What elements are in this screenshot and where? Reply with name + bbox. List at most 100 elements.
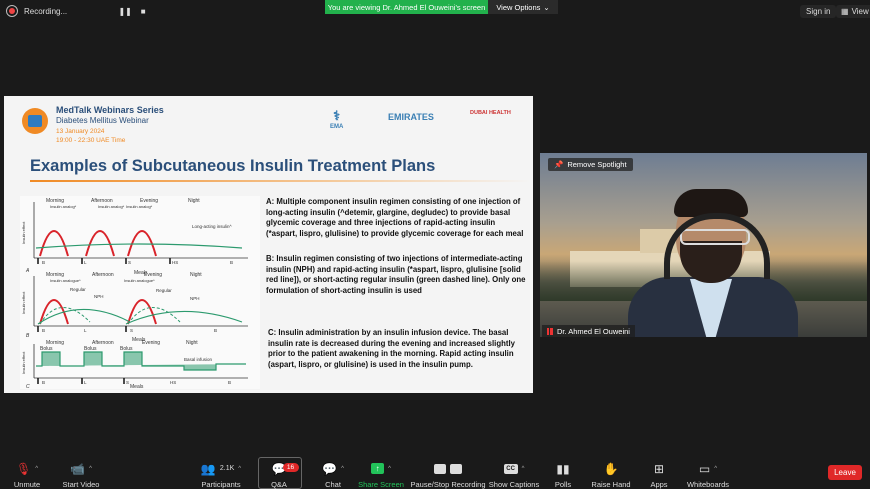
caret-up-icon[interactable]: ^ bbox=[35, 466, 38, 472]
leave-button[interactable]: Leave bbox=[828, 465, 862, 480]
video-off-icon: 📹 bbox=[70, 461, 86, 476]
caret-up-icon[interactable]: ^ bbox=[341, 466, 344, 472]
panel-c-x-label: Meals bbox=[130, 384, 144, 389]
unmute-label: Unmute bbox=[13, 480, 41, 489]
participants-label: Participants bbox=[201, 480, 241, 489]
pause-recording-icon[interactable]: ❚❚ bbox=[118, 5, 131, 17]
panel-a-meal: L bbox=[84, 260, 87, 265]
recording-label: Recording... bbox=[24, 6, 68, 16]
participant-name: Dr. Ahmed El Ouweini bbox=[557, 326, 630, 336]
panel-a: Insulin effect Morning Afternoon Evening… bbox=[21, 198, 248, 276]
caret-up-icon[interactable]: ^ bbox=[522, 466, 525, 472]
share-screen-icon: ↑ bbox=[371, 463, 385, 474]
show-captions-button[interactable]: CC ^ Show Captions bbox=[488, 455, 540, 489]
apps-icon: ⊞ bbox=[653, 461, 665, 476]
panel-a-meal: S bbox=[128, 260, 131, 265]
caret-up-icon[interactable]: ^ bbox=[714, 466, 717, 472]
panel-b-meal: S bbox=[130, 328, 133, 333]
panel-c-meal: S bbox=[126, 380, 129, 385]
time-line: 19:00 - 22:30 UAE Time bbox=[56, 137, 126, 144]
pin-icon: 📌 bbox=[554, 160, 564, 169]
panel-b-regular-label: Regular bbox=[70, 287, 86, 292]
show-captions-label: Show Captions bbox=[488, 480, 540, 489]
panel-c-bolus-label: Bolus bbox=[120, 346, 133, 352]
dubai-health-logo: DUBAI HEALTH bbox=[470, 110, 511, 116]
raise-hand-button[interactable]: ✋ Raise Hand bbox=[591, 455, 631, 489]
hand-icon: ✋ bbox=[603, 461, 619, 476]
caret-up-icon[interactable]: ^ bbox=[388, 466, 391, 472]
panel-c-time-evening: Evening bbox=[142, 340, 160, 346]
remove-spotlight-label: Remove Spotlight bbox=[567, 160, 627, 169]
panel-a-letter: A bbox=[25, 268, 30, 274]
panel-b-nph-label: NPH bbox=[190, 296, 200, 301]
panel-a-meal: B bbox=[230, 260, 233, 265]
panel-b-meal: B bbox=[42, 328, 45, 333]
panel-b-rapid-curve bbox=[127, 299, 157, 325]
panel-c-meal: B bbox=[228, 380, 231, 385]
panel-c-meal: HS bbox=[170, 380, 176, 385]
raise-hand-label: Raise Hand bbox=[591, 480, 631, 489]
stop-recording-icon[interactable]: ■ bbox=[137, 5, 149, 17]
apps-button[interactable]: ⊞ Apps bbox=[648, 455, 670, 489]
panel-b-rapid-label: Insulin analogue* bbox=[124, 278, 155, 283]
series-subtitle: Diabetes Mellitus Webinar bbox=[56, 116, 149, 125]
grid-view-icon: ▦ bbox=[841, 7, 849, 16]
caret-up-icon[interactable]: ^ bbox=[89, 466, 92, 472]
whiteboard-icon: ▭ bbox=[698, 461, 711, 476]
viewing-screen-banner: You are viewing Dr. Ahmed El Ouweini's s… bbox=[325, 0, 488, 14]
slide-heading: Examples of Subcutaneous Insulin Treatme… bbox=[30, 157, 436, 175]
panel-a-rapid-label: Insulin analog* bbox=[126, 204, 153, 209]
mic-muted-icon: 🎙 bbox=[15, 461, 32, 476]
panel-a-rapid-curve bbox=[85, 230, 115, 257]
pause-recording-icon bbox=[434, 463, 446, 474]
panel-a-y-label: Insulin effect bbox=[21, 221, 26, 244]
stop-recording-icon bbox=[450, 463, 462, 474]
participants-button[interactable]: 👥 2.1K ^ Participants bbox=[198, 455, 244, 489]
panel-c-meal: B bbox=[42, 380, 45, 385]
panel-b-letter: B bbox=[26, 333, 30, 339]
recording-indicator: Recording... ❚❚ ■ bbox=[6, 3, 149, 19]
panel-b-meal: B bbox=[214, 328, 217, 333]
panel-c-time-night: Night bbox=[186, 340, 198, 346]
participant-name-tag: Dr. Ahmed El Ouweini bbox=[542, 325, 635, 337]
meeting-toolbar: 🎙 ^ Unmute 📹 ^ Start Video 👥 2.1K ^ Particip… bbox=[0, 455, 870, 489]
heading-divider bbox=[30, 180, 530, 182]
panel-b: Insulin effect Morning Afternoon Evening… bbox=[21, 272, 248, 343]
polls-button[interactable]: ▮▮ Polls bbox=[552, 455, 574, 489]
insulin-plans-diagram: Insulin effect Morning Afternoon Evening… bbox=[20, 196, 260, 389]
paragraph-c: C: Insulin administration by an insulin … bbox=[268, 328, 515, 369]
share-screen-button[interactable]: ↑ ^ Share Screen bbox=[358, 455, 404, 489]
unmute-button[interactable]: 🎙 ^ Unmute bbox=[10, 455, 44, 489]
sign-in-button[interactable]: Sign in bbox=[800, 5, 837, 18]
speaker-video-tile[interactable]: 📌 Remove Spotlight Dr. Ahmed El Ouweini bbox=[540, 153, 867, 337]
chat-icon: 💬 bbox=[322, 461, 338, 476]
panel-a-time-night: Night bbox=[188, 198, 200, 204]
panel-a-meal: HS bbox=[172, 260, 178, 265]
panel-a-rapid-curve bbox=[39, 230, 69, 257]
start-video-label: Start Video bbox=[62, 480, 100, 489]
start-video-button[interactable]: 📹 ^ Start Video bbox=[58, 455, 104, 489]
medtalk-logo bbox=[22, 108, 48, 134]
panel-b-nph-curve bbox=[125, 310, 243, 325]
panel-c-y-label: Insulin effect bbox=[21, 351, 26, 374]
chat-button[interactable]: 💬 ^ Chat bbox=[316, 455, 350, 489]
panel-a-basal-curve bbox=[35, 243, 243, 249]
paragraph-b: B: Insulin regimen consisting of two inj… bbox=[266, 254, 526, 295]
whiteboards-button[interactable]: ▭ ^ Whiteboards bbox=[686, 455, 730, 489]
panel-c-letter: C bbox=[26, 384, 30, 389]
polls-icon: ▮▮ bbox=[556, 461, 570, 476]
recording-dot-icon bbox=[6, 5, 18, 17]
view-options-button[interactable]: View Options ⌄ bbox=[488, 0, 558, 14]
view-button[interactable]: ▦ View bbox=[836, 5, 870, 18]
apps-label: Apps bbox=[650, 480, 668, 489]
qa-button[interactable]: 💬 16 Q&A bbox=[262, 455, 299, 489]
remove-spotlight-button[interactable]: 📌 Remove Spotlight bbox=[548, 158, 633, 171]
caret-up-icon[interactable]: ^ bbox=[238, 466, 241, 472]
panel-b-nph-label: NPH bbox=[94, 294, 104, 299]
participants-count: 2.1K bbox=[219, 465, 235, 472]
chevron-down-icon: ⌄ bbox=[543, 2, 550, 12]
mic-level-icon bbox=[547, 327, 553, 335]
view-label: View bbox=[851, 7, 869, 16]
pause-stop-recording-button[interactable]: Pause/Stop Recording bbox=[410, 455, 486, 489]
series-title: MedTalk Webinars Series bbox=[56, 105, 164, 115]
